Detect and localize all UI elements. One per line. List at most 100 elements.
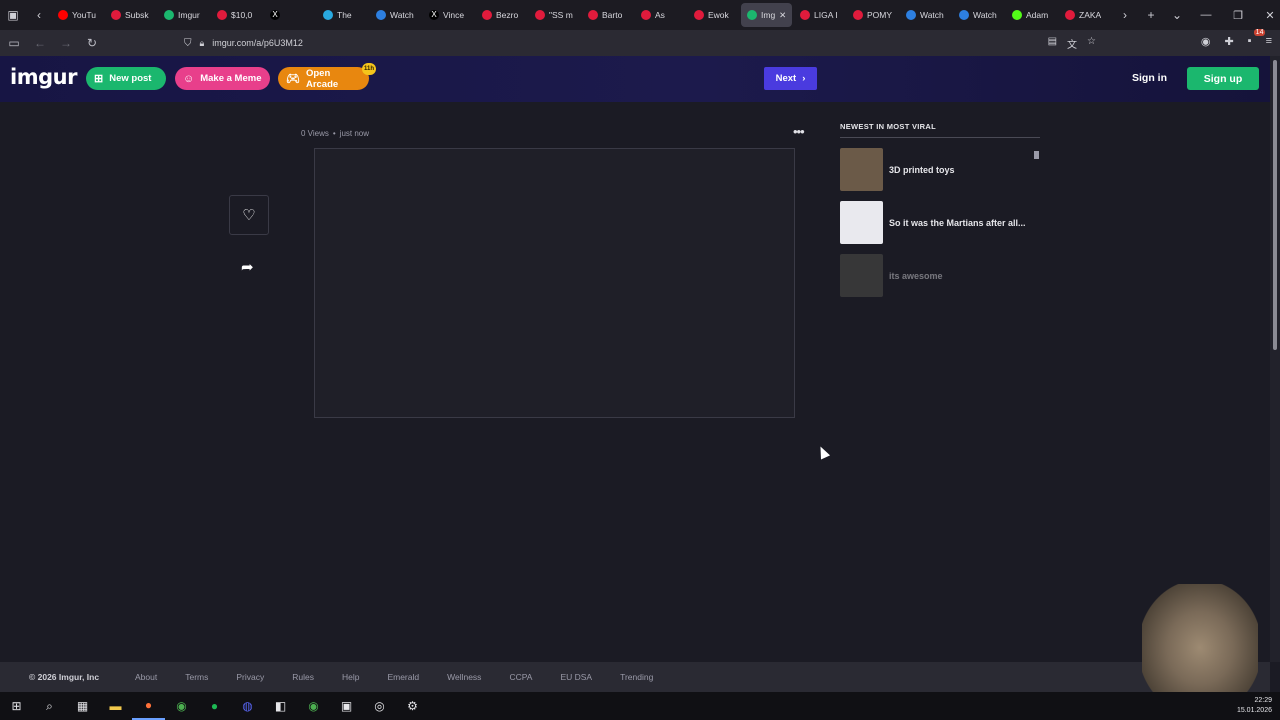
meme-face-icon: ☺ bbox=[183, 72, 195, 85]
sidebar-post[interactable]: its awesome bbox=[840, 254, 1040, 297]
imgur-logo[interactable]: imgur bbox=[10, 65, 77, 89]
reload-icon[interactable]: ↻ bbox=[80, 36, 104, 50]
browser-tab[interactable]: Bezro bbox=[476, 3, 527, 27]
browser-tab[interactable]: Watch bbox=[953, 3, 1004, 27]
sidebar-post[interactable]: 3D printed toys bbox=[840, 148, 1040, 191]
browser-tab[interactable]: X Vince bbox=[423, 3, 474, 27]
favorite-button[interactable]: ♡ bbox=[229, 195, 269, 235]
menu-icon[interactable]: ≡ bbox=[1266, 35, 1272, 48]
browser-tab[interactable]: Subsk bbox=[105, 3, 156, 27]
footer-link[interactable]: About bbox=[135, 672, 157, 682]
scroll-tabs-right-icon[interactable]: › bbox=[1112, 0, 1138, 30]
tab-favicon-icon bbox=[959, 10, 969, 20]
browser-tab[interactable]: Barto bbox=[582, 3, 633, 27]
system-clock[interactable]: 22:29 15.01.2026 bbox=[1237, 696, 1272, 716]
tab-label: Watch bbox=[973, 10, 997, 20]
settings-gear-icon[interactable]: ⚙ bbox=[396, 692, 429, 720]
restore-icon[interactable]: ❐ bbox=[1222, 9, 1254, 22]
footer-link[interactable]: Help bbox=[342, 672, 359, 682]
scrollbar-thumb[interactable] bbox=[1273, 60, 1277, 350]
make-meme-button[interactable]: ☺ Make a Meme bbox=[175, 67, 270, 90]
tab-list-dropdown-icon[interactable]: ⌄ bbox=[1164, 0, 1190, 30]
firefox-icon[interactable]: ● bbox=[132, 692, 165, 720]
footer-link[interactable]: Terms bbox=[185, 672, 208, 682]
lock-icon[interactable]: 🔒︎ bbox=[200, 38, 205, 49]
close-tab-icon[interactable]: ✕ bbox=[779, 10, 786, 21]
tab-list: YouTu Subsk Imgur $10,0 X The Watch X Vince Bezro… bbox=[52, 3, 1112, 27]
capcut-icon[interactable]: ◧ bbox=[264, 692, 297, 720]
browser-tab[interactable]: "SS m bbox=[529, 3, 580, 27]
chrome-profile-icon[interactable]: ◉ bbox=[297, 692, 330, 720]
footer-link[interactable]: Wellness bbox=[447, 672, 481, 682]
tab-label: Vince bbox=[443, 10, 465, 20]
browser-tab[interactable]: ZAKA bbox=[1059, 3, 1110, 27]
new-tab-icon[interactable]: + bbox=[1138, 0, 1164, 30]
footer-link[interactable]: CCPA bbox=[509, 672, 532, 682]
browser-nav-bar: ▭ ← → ↻ ⛉ 🔒︎ imgur.com/a/p6U3M12 ▤ 文 ☆ ◉… bbox=[0, 29, 1280, 56]
tab-overview-icon[interactable]: ▣ bbox=[0, 0, 26, 30]
tab-label: Bezro bbox=[496, 10, 519, 20]
search-icon[interactable]: ⌕ bbox=[33, 692, 66, 720]
bookmark-star-icon[interactable]: ☆ bbox=[1087, 36, 1096, 51]
browser-tab[interactable]: X bbox=[264, 3, 315, 27]
file-explorer-icon[interactable]: ▬ bbox=[99, 692, 132, 720]
tab-favicon-icon bbox=[588, 10, 598, 20]
tracking-shield-icon[interactable]: ⛉ bbox=[184, 38, 192, 49]
start-icon[interactable]: ⊞ bbox=[0, 692, 33, 720]
spotify-icon[interactable]: ● bbox=[198, 692, 231, 720]
footer-links: About Terms Privacy Rules Help Emerald Wellnes… bbox=[135, 672, 681, 682]
app-icon[interactable]: ▣ bbox=[330, 692, 363, 720]
scroll-tabs-left-icon[interactable]: ‹ bbox=[26, 0, 52, 30]
tab-favicon-icon bbox=[694, 10, 704, 20]
tab-favicon-icon bbox=[111, 10, 121, 20]
sidebar-title: NEWEST IN MOST VIRAL bbox=[840, 122, 1040, 138]
browser-tab[interactable]: Watch bbox=[370, 3, 421, 27]
footer-link[interactable]: Emerald bbox=[387, 672, 419, 682]
tab-favicon-icon bbox=[853, 10, 863, 20]
open-arcade-button[interactable]: 🎮︎ Open Arcade bbox=[278, 67, 369, 90]
share-icon[interactable]: ➦ bbox=[241, 258, 254, 276]
footer-link[interactable]: EU DSA bbox=[560, 672, 592, 682]
discord-icon[interactable]: ◍ bbox=[231, 692, 264, 720]
footer-link[interactable]: Privacy bbox=[236, 672, 264, 682]
browser-tab[interactable]: Img ✕ bbox=[741, 3, 792, 27]
browser-tab[interactable]: As bbox=[635, 3, 686, 27]
browser-tab[interactable]: POMY bbox=[847, 3, 898, 27]
extensions-icon[interactable]: ✚ bbox=[1224, 35, 1233, 48]
browser-tab[interactable]: YouTu bbox=[52, 3, 103, 27]
more-options-icon[interactable]: ••• bbox=[793, 124, 805, 139]
browser-tab[interactable]: Imgur bbox=[158, 3, 209, 27]
page-scrollbar[interactable] bbox=[1270, 56, 1280, 662]
footer-link[interactable]: Trending bbox=[620, 672, 653, 682]
browser-tab[interactable]: Ewok bbox=[688, 3, 739, 27]
close-window-icon[interactable]: ✕ bbox=[1254, 9, 1280, 22]
browser-tab[interactable]: The bbox=[317, 3, 368, 27]
url-text[interactable]: imgur.com/a/p6U3M12 bbox=[212, 38, 303, 48]
new-post-button[interactable]: ⊞ New post bbox=[86, 67, 166, 90]
copyright: © 2026 Imgur, Inc bbox=[29, 672, 100, 682]
browser-tab[interactable]: Adam bbox=[1006, 3, 1057, 27]
account-icon[interactable]: ◉ bbox=[1201, 35, 1211, 48]
tab-favicon-icon bbox=[376, 10, 386, 20]
obs-icon[interactable]: ◎ bbox=[363, 692, 396, 720]
address-bar[interactable]: ⛉ 🔒︎ imgur.com/a/p6U3M12 ▤ 文 ☆ bbox=[176, 33, 1100, 53]
sidebar-post[interactable]: So it was the Martians after all... bbox=[840, 201, 1040, 244]
minimize-icon[interactable]: — bbox=[1190, 9, 1222, 22]
browser-tab[interactable]: Watch bbox=[900, 3, 951, 27]
sign-in-link[interactable]: Sign in bbox=[1132, 72, 1167, 84]
browser-tab[interactable]: LIGA I bbox=[794, 3, 845, 27]
extension-badge-icon[interactable]: ▪ 14 bbox=[1248, 29, 1266, 48]
next-button[interactable]: Next › bbox=[764, 67, 817, 90]
browser-tab[interactable]: $10,0 bbox=[211, 3, 262, 27]
back-icon[interactable]: ← bbox=[28, 36, 52, 50]
translate-icon[interactable]: 文 bbox=[1067, 36, 1077, 51]
sign-up-button[interactable]: Sign up bbox=[1187, 67, 1259, 90]
gamepad-icon: 🎮︎ bbox=[286, 73, 300, 85]
reader-view-icon[interactable]: ▤ bbox=[1048, 36, 1057, 51]
chrome-icon[interactable]: ◉ bbox=[165, 692, 198, 720]
footer-link[interactable]: Rules bbox=[292, 672, 314, 682]
task-view-icon[interactable]: ▦ bbox=[66, 692, 99, 720]
sidebar-toggle-icon[interactable]: ▭ bbox=[2, 36, 26, 50]
sidebar-post-thumbnail bbox=[840, 201, 883, 244]
forward-icon[interactable]: → bbox=[54, 36, 78, 50]
